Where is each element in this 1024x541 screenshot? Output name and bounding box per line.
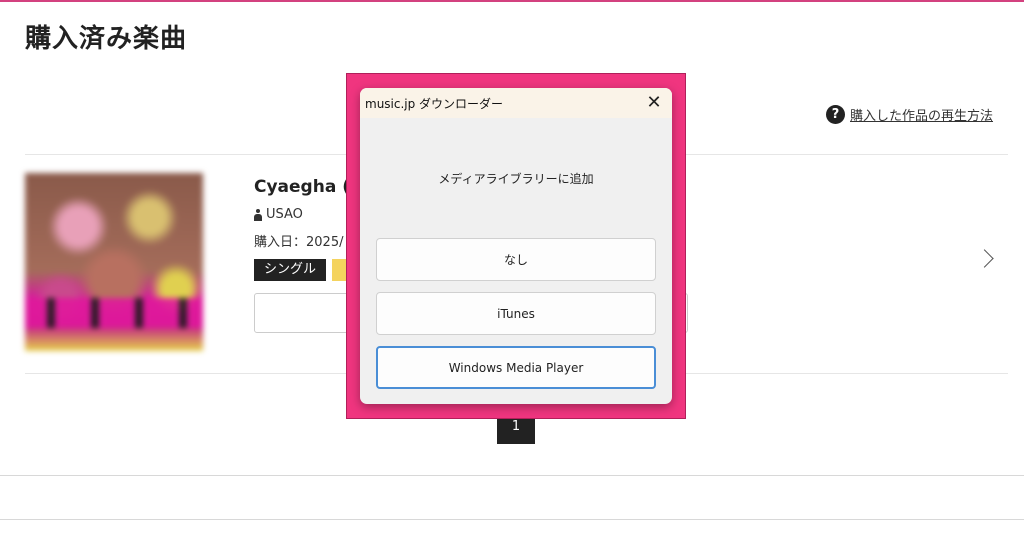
person-icon: [254, 208, 262, 221]
purchase-date: 購入日：2025/: [254, 235, 344, 250]
album-art[interactable]: [25, 173, 203, 351]
dialog-titlebar: music.jp ダウンローダー ✕: [360, 88, 672, 118]
windows-media-player-button[interactable]: Windows Media Player: [376, 346, 656, 389]
help-link-text[interactable]: 購入した作品の再生方法: [850, 105, 993, 124]
itunes-button[interactable]: iTunes: [376, 292, 656, 335]
chevron-right-icon[interactable]: [975, 249, 994, 268]
none-button[interactable]: なし: [376, 238, 656, 281]
dialog-title: music.jp ダウンローダー: [365, 97, 504, 111]
tag-single: シングル: [254, 259, 327, 281]
playback-help-link[interactable]: ? 購入した作品の再生方法: [826, 104, 993, 124]
divider-footer: [0, 475, 1024, 476]
dialog-message: メディアライブラリーに追加: [438, 172, 594, 186]
top-accent-border: [0, 0, 1024, 2]
artist: USAO: [254, 207, 303, 222]
question-icon: ?: [826, 104, 845, 124]
artist-name: USAO: [266, 207, 303, 222]
downloader-dialog: music.jp ダウンローダー ✕ メディアライブラリーに追加 なし iTun…: [360, 88, 672, 404]
page-title: 購入済み楽曲: [25, 24, 188, 54]
close-icon[interactable]: ✕: [644, 93, 664, 113]
divider-bottom: [0, 519, 1024, 520]
